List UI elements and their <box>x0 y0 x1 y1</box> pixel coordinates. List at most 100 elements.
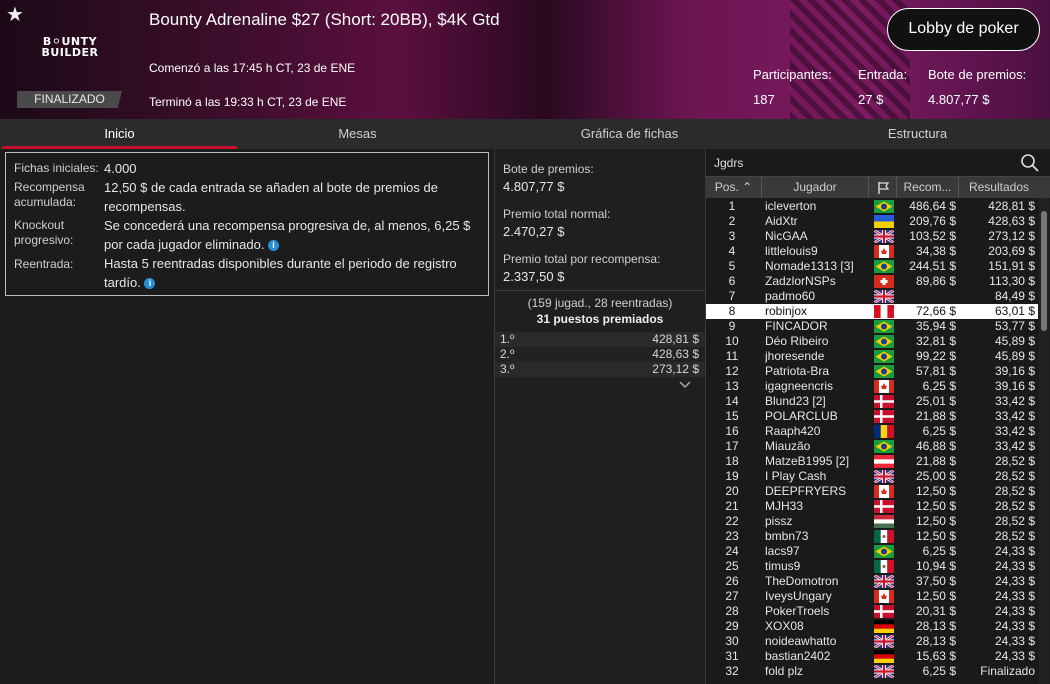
row-position: 12 <box>725 364 739 378</box>
row-bounty: 37,50 $ <box>915 574 956 588</box>
scrollbar[interactable] <box>1039 198 1049 684</box>
payout-row: 2.º 428,63 $ <box>495 347 705 362</box>
row-bounty: 6,25 $ <box>922 379 956 393</box>
table-row[interactable]: 14 Blund23 [2] 25,01 $ 33,42 $ <box>706 394 1038 409</box>
col-flag[interactable] <box>869 177 897 198</box>
row-result: 39,16 $ <box>994 364 1035 378</box>
row-result: 45,89 $ <box>994 349 1035 363</box>
table-row[interactable]: 13 igagneencris 6,25 $ 39,16 $ <box>706 379 1038 394</box>
entry-label: Entrada: <box>858 67 908 82</box>
row-result: 151,91 $ <box>988 259 1035 273</box>
table-row[interactable]: 22 pissz 12,50 $ 28,52 $ <box>706 514 1038 529</box>
expand-chevron-down-icon[interactable] <box>678 377 692 389</box>
table-row[interactable]: 4 littlelouis9 34,38 $ 203,69 $ <box>706 244 1038 259</box>
row-player-name: Raaph420 <box>765 424 821 438</box>
row-player-name: timus9 <box>765 559 801 573</box>
col-player[interactable]: Jugador <box>762 177 869 198</box>
info-icon[interactable]: i <box>268 240 280 251</box>
search-icon[interactable] <box>1020 153 1040 173</box>
country-flag-icon <box>874 590 894 603</box>
info-icon[interactable]: i <box>144 278 156 289</box>
tab-inicio[interactable]: Inicio <box>2 119 237 149</box>
table-row[interactable]: 21 MJH33 12,50 $ 28,52 $ <box>706 499 1038 514</box>
table-row[interactable]: 31 bastian2402 15,63 $ 24,33 $ <box>706 649 1038 664</box>
row-player-name: lacs97 <box>765 544 800 558</box>
table-row[interactable]: 9 FINCADOR 35,94 $ 53,77 $ <box>706 319 1038 334</box>
country-flag-icon <box>874 620 894 633</box>
row-result: 28,52 $ <box>994 469 1035 483</box>
table-row[interactable]: 11 jhoresende 99,22 $ 45,89 $ <box>706 349 1038 364</box>
tab-grafica-fichas[interactable]: Gráfica de fichas <box>512 119 747 149</box>
table-row[interactable]: 26 TheDomotron 37,50 $ 24,33 $ <box>706 574 1038 589</box>
prize-pool-label: Bote de premios: <box>928 67 1027 82</box>
col-results[interactable]: Resultados <box>959 177 1039 198</box>
row-bounty: 99,22 $ <box>915 349 956 363</box>
row-position: 26 <box>725 574 739 588</box>
country-flag-icon <box>874 410 894 423</box>
bounty-prize-value: 2.337,50 $ <box>503 269 565 284</box>
table-row[interactable]: 7 padmo60 84,49 $ <box>706 289 1038 304</box>
row-position: 27 <box>725 589 739 603</box>
row-result: Finalizado <box>980 664 1035 678</box>
row-result: 28,52 $ <box>994 529 1035 543</box>
row-bounty: 6,25 $ <box>922 424 956 438</box>
country-flag-icon <box>874 380 894 393</box>
table-row[interactable]: 20 DEEPFRYERS 12,50 $ 28,52 $ <box>706 484 1038 499</box>
table-row[interactable]: 24 lacs97 6,25 $ 24,33 $ <box>706 544 1038 559</box>
table-row[interactable]: 28 PokerTroels 20,31 $ 24,33 $ <box>706 604 1038 619</box>
row-result: 28,52 $ <box>994 484 1035 498</box>
player-search[interactable]: Jgdrs <box>706 149 1050 177</box>
tab-estructura[interactable]: Estructura <box>800 119 1035 149</box>
table-row[interactable]: 17 Miauzão 46,88 $ 33,42 $ <box>706 439 1038 454</box>
table-row[interactable]: 15 POLARCLUB 21,88 $ 33,42 $ <box>706 409 1038 424</box>
table-row[interactable]: 29 XOX08 28,13 $ 24,33 $ <box>706 619 1038 634</box>
table-row[interactable]: 1 icleverton 486,64 $ 428,81 $ <box>706 199 1038 214</box>
participants-label: Participantes: <box>753 67 832 82</box>
row-bounty: 10,94 $ <box>915 559 956 573</box>
col-bounty[interactable]: Recom... <box>897 177 959 198</box>
row-bounty: 486,64 $ <box>909 199 956 213</box>
search-input[interactable]: Jgdrs <box>714 156 743 170</box>
row-bounty: 6,25 $ <box>922 544 956 558</box>
row-result: 24,33 $ <box>994 649 1035 663</box>
row-bounty: 244,51 $ <box>909 259 956 273</box>
pool-label: Bote de premios: <box>503 162 594 176</box>
row-result: 33,42 $ <box>994 409 1035 423</box>
row-bounty: 20,31 $ <box>915 604 956 618</box>
row-result: 24,33 $ <box>994 589 1035 603</box>
payout-summary: (159 jugad., 28 reentradas) 31 puestos p… <box>495 290 705 331</box>
starting-chips-label: Fichas iniciales: <box>14 161 99 175</box>
row-position: 11 <box>725 349 739 363</box>
table-row[interactable]: 30 noideawhatto 28,13 $ 24,33 $ <box>706 634 1038 649</box>
table-row[interactable]: 18 MatzeB1995 [2] 21,88 $ 28,52 $ <box>706 454 1038 469</box>
favorite-star-icon[interactable]: ★ <box>6 2 24 27</box>
table-row[interactable]: 23 bmbn73 12,50 $ 28,52 $ <box>706 529 1038 544</box>
table-row[interactable]: 12 Patriota-Bra 57,81 $ 39,16 $ <box>706 364 1038 379</box>
row-player-name: Nomade1313 [3] <box>765 259 854 273</box>
table-row[interactable]: 2 AidXtr 209,76 $ 428,63 $ <box>706 214 1038 229</box>
table-row[interactable]: 19 I Play Cash 25,00 $ 28,52 $ <box>706 469 1038 484</box>
table-row[interactable]: 5 Nomade1313 [3] 244,51 $ 151,91 $ <box>706 259 1038 274</box>
row-player-name: TheDomotron <box>765 574 839 588</box>
table-row[interactable]: 16 Raaph420 6,25 $ 33,42 $ <box>706 424 1038 439</box>
row-bounty: 12,50 $ <box>915 514 956 528</box>
table-row[interactable]: 3 NicGAA 103,52 $ 273,12 $ <box>706 229 1038 244</box>
table-row[interactable]: 10 Déo Ribeiro 32,81 $ 45,89 $ <box>706 334 1038 349</box>
tab-bar: Inicio Mesas Gráfica de fichas Estructur… <box>0 119 1050 149</box>
row-result: 84,49 $ <box>994 289 1035 303</box>
poker-lobby-button[interactable]: Lobby de poker <box>887 8 1040 51</box>
scrollbar-thumb[interactable] <box>1041 211 1047 331</box>
tab-mesas[interactable]: Mesas <box>240 119 475 149</box>
table-row[interactable]: 27 IveysUngary 12,50 $ 24,33 $ <box>706 589 1038 604</box>
table-row[interactable]: 6 ZadzlorNSPs 89,86 $ 113,30 $ <box>706 274 1038 289</box>
country-flag-icon <box>874 335 894 348</box>
country-flag-icon <box>874 395 894 408</box>
row-player-name: ZadzlorNSPs <box>765 274 836 288</box>
col-position[interactable]: Pos. ⌃ <box>706 177 762 198</box>
row-result: 24,33 $ <box>994 574 1035 588</box>
row-player-name: FINCADOR <box>765 319 828 333</box>
table-row[interactable]: 25 timus9 10,94 $ 24,33 $ <box>706 559 1038 574</box>
table-row[interactable]: 8 robinjox 72,66 $ 63,01 $ <box>706 304 1038 319</box>
table-row[interactable]: 32 fold plz 6,25 $ Finalizado <box>706 664 1038 679</box>
row-position: 8 <box>728 304 736 318</box>
